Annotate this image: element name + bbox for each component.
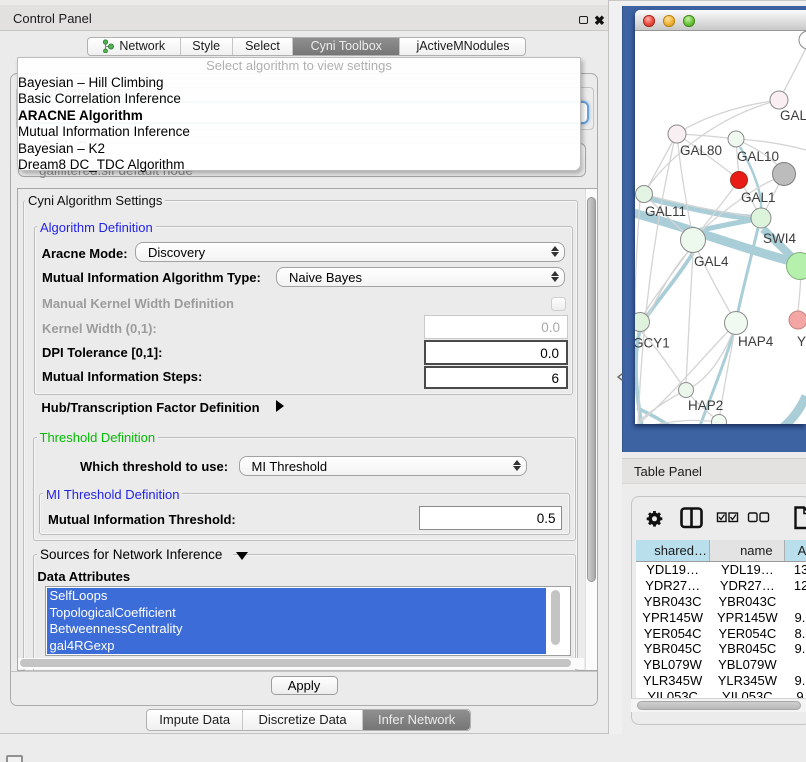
svg-text:SWI4: SWI4 [763,231,796,246]
svg-text:Y: Y [797,334,806,349]
svg-text:GAL10: GAL10 [737,149,779,164]
svg-text:GAL80: GAL80 [680,143,722,158]
svg-text:HAP4: HAP4 [738,334,774,349]
svg-text:HAP2: HAP2 [688,398,723,413]
svg-text:GAL4: GAL4 [694,254,729,269]
svg-text:GAL11: GAL11 [645,204,686,219]
svg-text:GAL1: GAL1 [741,190,776,205]
svg-text:GAL7: GAL7 [780,108,806,123]
svg-text:GCY1: GCY1 [635,336,670,351]
